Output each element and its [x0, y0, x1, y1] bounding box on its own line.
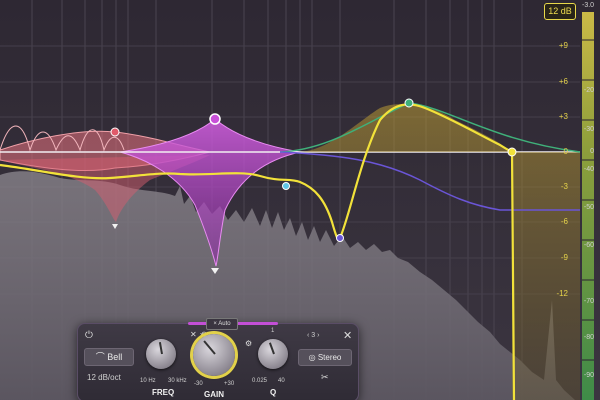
analyzer-scale-label: -60: [583, 242, 594, 249]
gain-scale-label: +6: [558, 77, 568, 86]
gain-scale-label: +9: [558, 41, 568, 50]
band-4-node[interactable]: [404, 98, 414, 108]
analyzer-scale-label: -20: [583, 87, 594, 94]
q-knob-pointer: [268, 342, 275, 355]
gain-label: GAIN: [204, 390, 224, 399]
q-min-label: 0.025: [252, 378, 268, 384]
gain-max-label: +30: [224, 381, 235, 387]
band-navigator[interactable]: ‹ 3 ›: [307, 332, 320, 339]
freq-min-label: 10 Hz: [140, 378, 156, 384]
band-2-node[interactable]: [209, 113, 221, 125]
close-panel-icon[interactable]: ✕: [343, 329, 352, 342]
gain-knob[interactable]: [193, 334, 235, 376]
stereo-label: Stereo: [317, 353, 342, 362]
filter-shape-button[interactable]: ⌒ Bell: [84, 348, 134, 366]
q-knob[interactable]: [258, 339, 288, 369]
display-range-button[interactable]: 12 dB: [544, 3, 576, 20]
band-6-node[interactable]: [336, 234, 344, 242]
analyzer-scale-label: -40: [583, 166, 594, 173]
analyzer-scale-label: -70: [583, 298, 594, 305]
split-band-icon[interactable]: ✂: [321, 372, 329, 383]
freq-label: FREQ: [152, 388, 175, 397]
gain-scale-label: -3: [560, 182, 568, 191]
meter-peak-value: -3.0: [582, 2, 595, 9]
q-max-label: 40: [278, 378, 285, 384]
prev-band-icon[interactable]: ‹: [307, 332, 309, 339]
gain-scale-label: -9: [560, 253, 568, 262]
gain-reset-icon[interactable]: ✕: [190, 330, 197, 339]
q-label: Q: [270, 388, 277, 397]
slope-label[interactable]: 12 dB/oct: [87, 373, 121, 382]
band-5-node[interactable]: [507, 147, 517, 157]
band-3-node[interactable]: [282, 182, 290, 190]
bell-shape-icon: ⌒: [95, 352, 108, 362]
freq-knob-pointer: [158, 342, 163, 355]
q-top-label: 1: [271, 328, 275, 334]
stereo-link-icon: ◎: [308, 353, 318, 362]
band-number: 3: [311, 332, 316, 339]
gain-scale-label: -12: [556, 289, 568, 298]
gain-min-label: -30: [194, 381, 203, 387]
q-mode-icon[interactable]: ⚙: [245, 339, 252, 348]
analyzer-scale-label: 0: [590, 148, 594, 155]
analyzer-scale-label: -80: [583, 334, 594, 341]
eq-display[interactable]: 12 dB -3.0 +9 +6 +3 0 -3 -6 -9 -12 -20 -…: [0, 0, 600, 400]
gain-scale-label: +3: [558, 112, 568, 121]
gain-scale-label: 0: [563, 147, 568, 156]
filter-shape-label: Bell: [107, 352, 123, 362]
band-1-node[interactable]: [110, 127, 120, 137]
freq-knob[interactable]: [146, 339, 176, 369]
band-power-icon[interactable]: ⏻: [83, 330, 95, 342]
next-band-icon[interactable]: ›: [317, 332, 319, 339]
auto-gain-button[interactable]: × Auto: [206, 318, 238, 330]
analyzer-scale-label: -30: [583, 126, 594, 133]
auto-gain-label: Auto: [218, 321, 231, 327]
band-control-panel: ⏻ ⌒ Bell 12 dB/oct 10 Hz 30 kHz FREQ × A…: [77, 318, 359, 400]
analyzer-scale-label: -90: [583, 372, 594, 379]
freq-max-label: 30 kHz: [168, 378, 187, 384]
gain-knob-pointer: [203, 340, 216, 355]
analyzer-scale-label: -50: [583, 204, 594, 211]
stereo-placement-button[interactable]: ◎ Stereo: [298, 349, 352, 366]
gain-scale-label: -6: [560, 217, 568, 226]
